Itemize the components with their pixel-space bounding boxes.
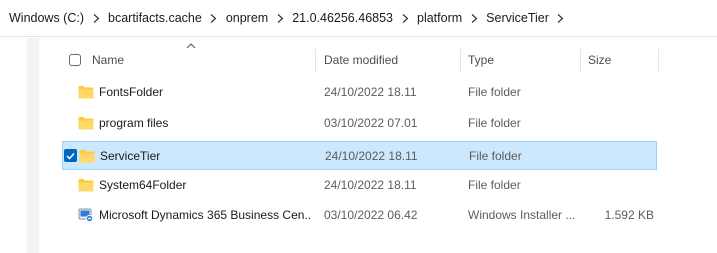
file-row-program-files[interactable]: program files 03/10/2022 07.01 File fold…: [62, 108, 657, 138]
chevron-right-icon[interactable]: [204, 8, 224, 28]
file-row-fontsfolder[interactable]: FontsFolder 24/10/2022 18.11 File folder: [62, 77, 657, 107]
size-cell: 1.592 KB: [604, 208, 654, 222]
name-cell: program files: [78, 108, 310, 138]
column-header-date-modified[interactable]: Date modified: [324, 45, 398, 75]
breadcrumb-item-servicetier[interactable]: ServiceTier: [484, 11, 551, 25]
sort-ascending-icon: [186, 43, 196, 49]
date-modified-cell: 03/10/2022 06.42: [324, 208, 418, 222]
select-all-checkbox-cell[interactable]: [69, 45, 81, 75]
name-cell: Microsoft Dynamics 365 Business Cen...: [78, 200, 310, 230]
date-modified-cell: 03/10/2022 07.01: [324, 116, 418, 130]
breadcrumb-item-bcartifacts[interactable]: bcartifacts.cache: [106, 11, 204, 25]
chevron-right-icon[interactable]: [464, 8, 484, 28]
type-cell: Windows Installer ...: [468, 208, 576, 222]
file-name: Microsoft Dynamics 365 Business Cen...: [99, 208, 310, 222]
select-all-checkbox[interactable]: [69, 54, 81, 66]
breadcrumb-item-version[interactable]: 21.0.46256.46853: [290, 11, 395, 25]
size-cell: [582, 77, 654, 107]
size-cell: [583, 141, 655, 171]
date-modified-cell: 24/10/2022 18.11: [325, 149, 418, 163]
breadcrumb: Windows (C:) bcartifacts.cache onprem 21…: [0, 0, 717, 37]
column-divider[interactable]: [460, 49, 461, 73]
name-cell: System64Folder: [78, 170, 310, 200]
folder-icon: [78, 116, 94, 130]
column-header-type[interactable]: Type: [468, 45, 494, 75]
column-header-row: Name Date modified Type Size: [62, 43, 717, 75]
size-cell: [582, 108, 654, 138]
file-name: FontsFolder: [99, 85, 164, 99]
file-name: System64Folder: [99, 178, 187, 192]
folder-icon: [79, 149, 95, 163]
name-cell: FontsFolder: [78, 77, 310, 107]
file-row-servicetier[interactable]: ServiceTier 24/10/2022 18.11 File folder: [62, 141, 657, 170]
column-divider[interactable]: [580, 49, 581, 73]
row-checkbox-checked[interactable]: [64, 149, 77, 162]
chevron-right-icon[interactable]: [551, 8, 571, 28]
breadcrumb-item-drive[interactable]: Windows (C:): [7, 11, 86, 25]
chevron-right-icon[interactable]: [270, 8, 290, 28]
breadcrumb-item-platform[interactable]: platform: [415, 11, 464, 25]
chevron-right-icon[interactable]: [395, 8, 415, 28]
date-modified-cell: 24/10/2022 18.11: [324, 85, 417, 99]
breadcrumb-item-onprem[interactable]: onprem: [224, 11, 270, 25]
size-cell: [582, 170, 654, 200]
name-cell: ServiceTier: [79, 141, 311, 171]
column-header-name[interactable]: Name: [92, 45, 124, 75]
checkmark-icon: [66, 152, 75, 160]
column-header-size[interactable]: Size: [588, 45, 611, 75]
installer-icon: [78, 208, 94, 222]
chevron-right-icon[interactable]: [86, 8, 106, 28]
file-name: ServiceTier: [100, 149, 161, 163]
file-row-system64folder[interactable]: System64Folder 24/10/2022 18.11 File fol…: [62, 170, 657, 200]
file-name: program files: [99, 116, 169, 130]
type-cell: File folder: [469, 149, 522, 163]
file-row-msi-installer[interactable]: Microsoft Dynamics 365 Business Cen... 0…: [62, 200, 657, 230]
column-divider[interactable]: [658, 49, 659, 73]
type-cell: File folder: [468, 116, 521, 130]
folder-icon: [78, 85, 94, 99]
type-cell: File folder: [468, 85, 521, 99]
type-cell: File folder: [468, 178, 521, 192]
navigation-pane-edge: [27, 38, 39, 253]
column-divider[interactable]: [315, 49, 316, 73]
folder-icon: [78, 178, 94, 192]
date-modified-cell: 24/10/2022 18.11: [324, 178, 417, 192]
